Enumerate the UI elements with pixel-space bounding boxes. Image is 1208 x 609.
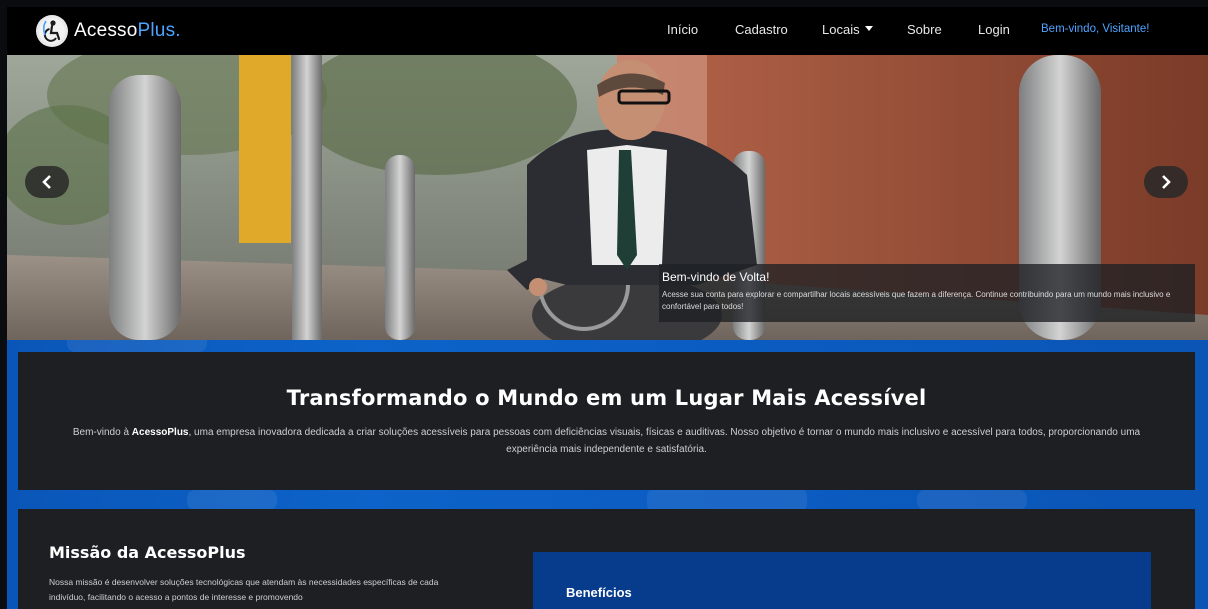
intro-text: Bem-vindo à AcessoPlus, uma empresa inov… (72, 427, 1141, 455)
decor-shape (67, 340, 207, 352)
mission-text: Nossa missão é desenvolver soluções tecn… (49, 577, 439, 602)
nav-item-locais-label: Locais (822, 22, 860, 37)
benefits-title: Benefícios (566, 585, 632, 600)
decor-shape (917, 490, 1027, 510)
nav-item-sobre[interactable]: Sobre (907, 22, 942, 37)
carousel-caption: Bem-vindo de Volta! Acesse sua conta par… (659, 264, 1195, 322)
navbar: AcessoPlus. Início Cadastro Locais Sobre… (7, 7, 1208, 55)
chevron-right-icon (1162, 175, 1171, 189)
caption-title: Bem-vindo de Volta! (662, 270, 770, 284)
intro-section: Transformando o Mundo em um Lugar Mais A… (18, 352, 1195, 490)
benefits-card: Benefícios (533, 552, 1151, 609)
carousel-next-button[interactable] (1144, 166, 1188, 198)
brand-highlight: AcessoPlus (131, 427, 189, 438)
decor-shape (187, 490, 277, 510)
nav-item-cadastro[interactable]: Cadastro (735, 22, 788, 37)
carousel-prev-button[interactable] (25, 166, 69, 198)
welcome-user-link[interactable]: Bem-vindo, Visitante! (1041, 23, 1149, 35)
mission-title: Missão da AcessoPlus (49, 543, 246, 562)
hero-carousel: Bem-vindo de Volta! Acesse sua conta par… (7, 55, 1208, 340)
nav-item-locais[interactable]: Locais (822, 22, 873, 37)
brand[interactable]: AcessoPlus. (36, 15, 181, 47)
nav-item-login[interactable]: Login (978, 22, 1010, 37)
nav-item-inicio[interactable]: Início (667, 22, 698, 37)
mission-section: Missão da AcessoPlus Nossa missão é dese… (18, 509, 1195, 609)
wheelchair-logo-icon (36, 15, 68, 47)
intro-title: Transformando o Mundo em um Lugar Mais A… (286, 386, 927, 410)
brand-name: AcessoPlus. (74, 20, 181, 41)
caret-down-icon (864, 26, 873, 31)
caption-text: Acesse sua conta para explorar e compart… (662, 290, 1171, 311)
chevron-left-icon (42, 175, 51, 189)
